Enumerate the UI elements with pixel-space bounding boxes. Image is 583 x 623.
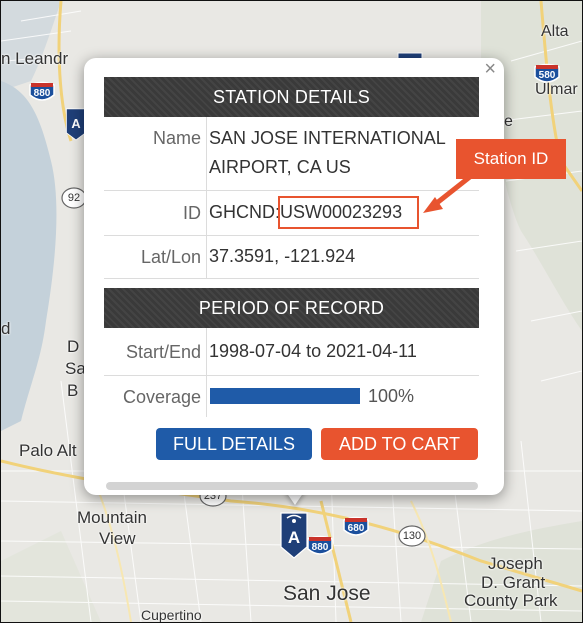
callout-arrow [423, 174, 473, 213]
station-id-callout: Station ID [456, 139, 566, 179]
screenshot-frame: n Leandr Alta Ulmar e Palo Alt Mountain … [0, 0, 583, 623]
